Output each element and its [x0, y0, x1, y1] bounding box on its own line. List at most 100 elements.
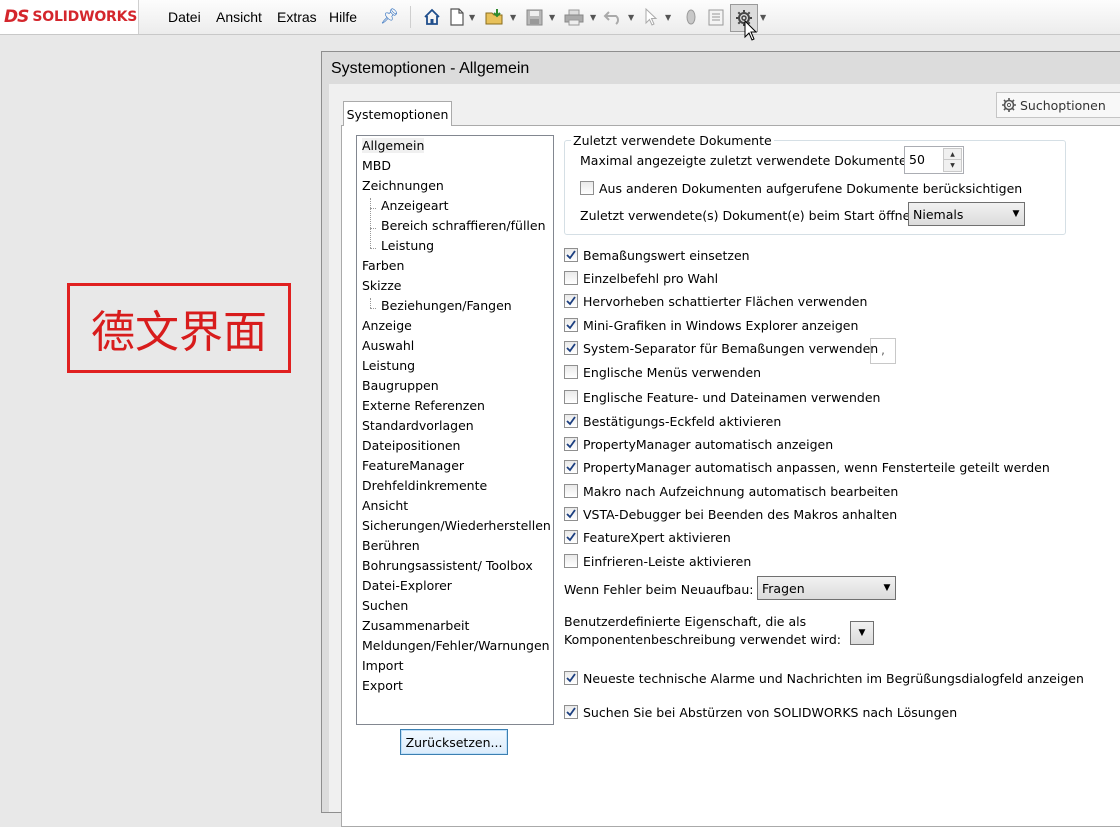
chevron-down-icon[interactable]: ▼ — [510, 13, 516, 22]
open-on-start-dropdown[interactable]: Niemals ▼ — [908, 202, 1025, 226]
tree-item[interactable]: FeatureManager — [362, 458, 464, 473]
chevron-down-icon[interactable]: ▼ — [590, 13, 596, 22]
option-checkbox[interactable]: System-Separator für Bemaßungen verwende… — [564, 340, 878, 356]
tree-item[interactable]: Allgemein — [362, 138, 425, 153]
rebuild-icon[interactable] — [683, 6, 699, 28]
tree-item[interactable]: Bohrungsassistent/ Toolbox — [362, 558, 533, 573]
checkbox-box[interactable] — [564, 484, 578, 498]
menu-ansicht[interactable]: Ansicht — [216, 9, 262, 25]
tree-item[interactable]: Dateipositionen — [362, 438, 460, 453]
tree-item[interactable]: Auswahl — [362, 338, 414, 353]
option-checkbox[interactable]: FeatureXpert aktivieren — [564, 529, 731, 545]
rebuild-error-dropdown[interactable]: Fragen ▼ — [757, 576, 896, 600]
tree-item[interactable]: Beziehungen/Fangen — [381, 298, 512, 313]
home-icon[interactable] — [422, 6, 442, 28]
spin-down-icon[interactable]: ▼ — [943, 159, 962, 172]
checkbox-box[interactable] — [564, 414, 578, 428]
checkbox-box[interactable] — [564, 460, 578, 474]
tree-item[interactable]: Bereich schraffieren/füllen — [381, 218, 546, 233]
tree-item[interactable]: Standardvorlagen — [362, 418, 474, 433]
checkbox-box[interactable] — [564, 341, 578, 355]
checkbox-box[interactable] — [564, 271, 578, 285]
option-checkbox[interactable]: Englische Menüs verwenden — [564, 364, 761, 380]
chevron-down-icon[interactable]: ▼ — [549, 13, 555, 22]
tree-item[interactable]: Baugruppen — [362, 378, 439, 393]
tree-item[interactable]: Zusammenarbeit — [362, 618, 469, 633]
tree-item[interactable]: Leistung — [381, 238, 434, 253]
tree-item[interactable]: Berühren — [362, 538, 420, 553]
menu-extras[interactable]: Extras — [277, 9, 317, 25]
checkbox-box[interactable] — [580, 181, 594, 195]
menu-hilfe[interactable]: Hilfe — [329, 9, 357, 25]
tree-item[interactable]: Suchen — [362, 598, 408, 613]
chevron-down-icon[interactable]: ▼ — [760, 13, 766, 22]
checkmark-icon — [566, 439, 576, 449]
search-options-field[interactable]: Suchoptionen — [996, 92, 1120, 118]
include-other-docs-checkbox[interactable]: Aus anderen Dokumenten aufgerufene Dokum… — [580, 180, 1022, 196]
checkbox-box[interactable] — [564, 390, 578, 404]
checkbox-box[interactable] — [564, 318, 578, 332]
tree-item[interactable]: Zeichnungen — [362, 178, 444, 193]
option-checkbox[interactable]: PropertyManager automatisch anpassen, we… — [564, 459, 1050, 475]
option-checkbox[interactable]: Neueste technische Alarme und Nachrichte… — [564, 670, 1084, 686]
max-recent-spinner[interactable]: 50 ▲ ▼ — [904, 146, 964, 174]
new-document-icon[interactable] — [448, 6, 466, 28]
option-checkbox[interactable]: Einzelbefehl pro Wahl — [564, 270, 718, 286]
checkmark-icon — [566, 320, 576, 330]
tree-item[interactable]: Anzeige — [362, 318, 412, 333]
checkbox-box[interactable] — [564, 705, 578, 719]
recent-documents-group: Zuletzt verwendete Dokumente Maximal ang… — [564, 133, 1066, 235]
tree-item[interactable]: Skizze — [362, 278, 401, 293]
select-pointer-icon[interactable] — [642, 6, 660, 28]
pin-icon[interactable]: 📌︎ — [380, 7, 399, 25]
option-checkbox[interactable]: VSTA-Debugger bei Beenden des Makros anh… — [564, 506, 897, 522]
save-icon[interactable] — [524, 6, 544, 28]
tree-item[interactable]: Ansicht — [362, 498, 408, 513]
options-tree[interactable]: Allgemein MBD Zeichnungen Anzeigeart Bereich… — [356, 135, 554, 725]
tree-item[interactable]: Meldungen/Fehler/Warnungen — [362, 638, 550, 653]
undo-icon[interactable] — [602, 6, 624, 28]
option-checkbox[interactable]: Mini-Grafiken in Windows Explorer anzeig… — [564, 317, 858, 333]
tree-item[interactable]: Externe Referenzen — [362, 398, 485, 413]
tree-item[interactable]: Datei-Explorer — [362, 578, 452, 593]
option-checkbox[interactable]: Hervorheben schattierter Flächen verwend… — [564, 293, 867, 309]
checkbox-box[interactable] — [564, 294, 578, 308]
chevron-down-icon[interactable]: ▼ — [628, 13, 634, 22]
option-checkbox[interactable]: Einfrieren-Leiste aktivieren — [564, 553, 751, 569]
option-label: PropertyManager automatisch anzeigen — [583, 436, 834, 452]
tree-item[interactable]: Import — [362, 658, 404, 673]
open-folder-icon[interactable] — [484, 6, 506, 28]
checkbox-box[interactable] — [564, 671, 578, 685]
checkbox-box[interactable] — [564, 507, 578, 521]
dialog-client-area: Systemoptionen Suchoptionen Allgemein MBD… — [329, 84, 1120, 827]
chevron-down-icon[interactable]: ▼ — [469, 13, 475, 22]
checkbox-box[interactable] — [564, 530, 578, 544]
file-properties-icon[interactable] — [706, 6, 726, 28]
option-checkbox[interactable]: Suchen Sie bei Abstürzen von SOLIDWORKS … — [564, 704, 957, 720]
tab-systemoptionen[interactable]: Systemoptionen — [343, 101, 452, 126]
checkbox-box[interactable] — [564, 437, 578, 451]
tree-item[interactable]: Sicherungen/Wiederherstellen — [362, 518, 551, 533]
tree-item[interactable]: Export — [362, 678, 403, 693]
custom-property-dropdown[interactable]: ▼ — [850, 621, 874, 645]
print-icon[interactable] — [563, 6, 585, 28]
option-checkbox[interactable]: Bemaßungswert einsetzen — [564, 247, 750, 263]
tree-item[interactable]: Farben — [362, 258, 404, 273]
tree-item[interactable]: Leistung — [362, 358, 415, 373]
solidworks-logo[interactable]: DS SOLIDWORKS — [0, 0, 139, 34]
menu-datei[interactable]: Datei — [168, 9, 201, 25]
tree-item[interactable]: MBD — [362, 158, 391, 173]
chevron-down-icon[interactable]: ▼ — [665, 13, 671, 22]
gear-icon — [1002, 98, 1016, 112]
reset-button[interactable]: Zurücksetzen... — [400, 729, 508, 755]
option-checkbox[interactable]: PropertyManager automatisch anzeigen — [564, 436, 833, 452]
checkbox-box[interactable] — [564, 554, 578, 568]
option-checkbox[interactable]: Englische Feature- und Dateinamen verwen… — [564, 389, 880, 405]
tree-item[interactable]: Anzeigeart — [381, 198, 449, 213]
checkbox-box[interactable] — [564, 248, 578, 262]
option-checkbox[interactable]: Bestätigungs-Eckfeld aktivieren — [564, 413, 781, 429]
checkbox-box[interactable] — [564, 365, 578, 379]
tree-item[interactable]: Drehfeldinkremente — [362, 478, 487, 493]
option-checkbox[interactable]: Makro nach Aufzeichnung automatisch bear… — [564, 483, 898, 499]
ds-logo-mark: DS — [4, 7, 29, 27]
